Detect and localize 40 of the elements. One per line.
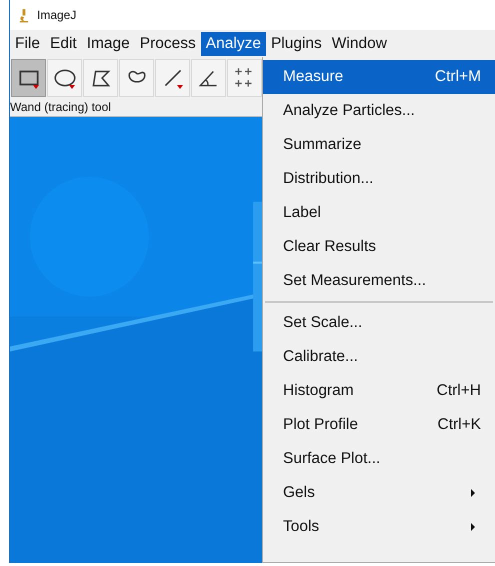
menu-item[interactable]: Label	[263, 196, 495, 230]
menu-item-label: Analyze Particles...	[283, 102, 416, 120]
menu-item[interactable]: Calibrate...	[263, 340, 495, 374]
menu-item[interactable]: Tools	[263, 510, 495, 544]
menu-item-label: Set Measurements...	[283, 272, 428, 290]
menu-item-label: Clear Results	[283, 238, 378, 256]
menu-item[interactable]: Plot Profile Ctrl+K	[263, 408, 495, 442]
menu-bar-item[interactable]: Edit	[44, 32, 82, 56]
menu-bar-item[interactable]: File	[10, 32, 45, 56]
menu-bar-item[interactable]: Analyze	[200, 32, 266, 56]
menu-item[interactable]: Summarize	[263, 128, 495, 162]
menu-item-label: Plot Profile	[283, 416, 359, 434]
window-title: ImageJ	[37, 8, 76, 22]
menu-bar-item[interactable]: Image	[82, 32, 135, 56]
menu-item-label: Measure	[283, 68, 344, 86]
menu-item-label: Surface Plot...	[283, 450, 382, 468]
menu-item-label: Gels	[283, 484, 316, 502]
shortcut-label: Ctrl+H	[436, 382, 481, 400]
menu-item[interactable]: Set Scale...	[263, 306, 495, 340]
menu-item-label: Distribution...	[283, 170, 374, 188]
menu-item[interactable]: Set Measurements...	[263, 264, 495, 298]
shortcut-label: Ctrl+M	[434, 68, 481, 86]
menu-bar-item[interactable]: Plugins	[266, 32, 327, 56]
menu-item-label: Label	[283, 204, 322, 222]
menu-item-label: Tools	[283, 518, 320, 536]
microscope-icon	[18, 8, 29, 22]
menu-item[interactable]: Measure Ctrl+M	[263, 60, 495, 94]
tool-button[interactable]	[11, 59, 46, 97]
menu-item-label: Summarize	[283, 136, 362, 154]
menu-item[interactable]: Histogram Ctrl+H	[263, 374, 495, 408]
menu-item[interactable]: Clear Results	[263, 230, 495, 264]
shortcut-label: Ctrl+K	[438, 416, 481, 434]
menu-item-label: Set Scale...	[283, 314, 364, 332]
menu-item[interactable]: Surface Plot...	[263, 442, 495, 476]
menu-bar-item[interactable]: Window	[326, 32, 392, 56]
menu-item[interactable]: Gels	[263, 476, 495, 510]
menu-item[interactable]: Distribution...	[263, 162, 495, 196]
menu-item-label: Calibrate...	[283, 348, 359, 366]
menu-bar-item[interactable]: Process	[134, 32, 201, 56]
menu-item-label: Histogram	[283, 382, 355, 400]
